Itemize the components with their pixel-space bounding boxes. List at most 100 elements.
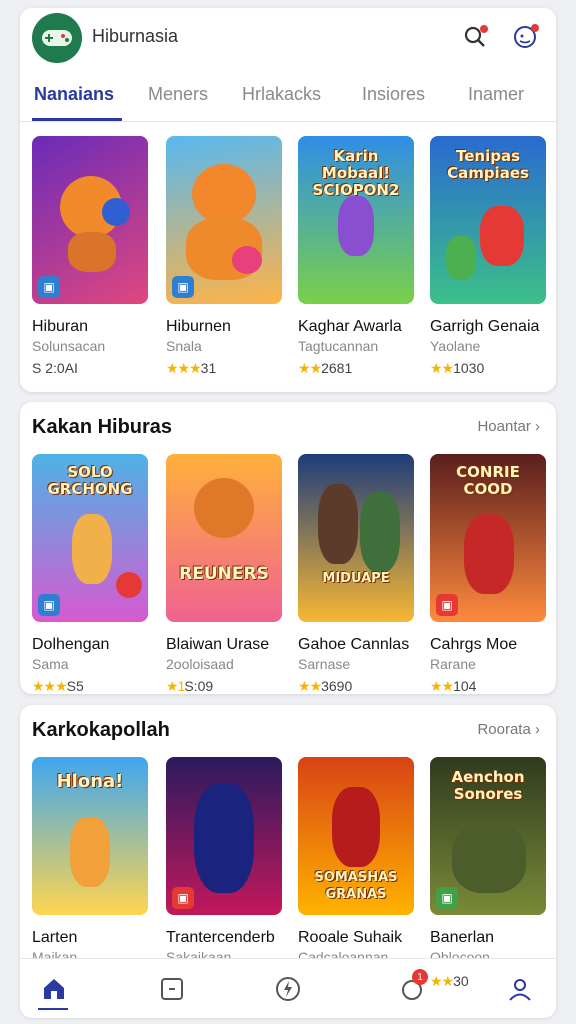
game-thumbnail[interactable]: Aenchon Sonores ▣ bbox=[430, 757, 546, 915]
lightning-icon bbox=[276, 977, 300, 1001]
game-subtitle: Tagtucannan bbox=[298, 338, 379, 354]
game-thumbnail[interactable]: ▣ bbox=[166, 136, 282, 304]
game-card[interactable]: Aenchon Sonores ▣ Banerlan Oblocoon bbox=[430, 757, 546, 965]
game-title: Cahrgs Moe bbox=[430, 636, 518, 653]
game-card[interactable]: ▣ Trantercenderb Sakaikaan bbox=[166, 757, 282, 965]
game-subtitle: Rarane bbox=[430, 656, 476, 672]
game-badge-icon: ▣ bbox=[38, 594, 60, 616]
active-tab-indicator bbox=[32, 118, 122, 121]
category-tabs: Nanaians Meners Hrlakacks Insiores Iname… bbox=[20, 68, 556, 122]
game-rating: ★★104 bbox=[430, 678, 477, 694]
game-title: Trantercenderb bbox=[166, 929, 275, 946]
section-more-link[interactable]: Roorata › bbox=[477, 721, 540, 738]
game-badge-icon: ▣ bbox=[436, 887, 458, 909]
app-header: Hiburnasia bbox=[20, 8, 556, 68]
game-badge-icon: ▣ bbox=[436, 594, 458, 616]
game-title: Garrigh Genaia bbox=[430, 318, 540, 335]
game-rating: S 2:0AI bbox=[32, 360, 78, 376]
game-rating: ★★2681 bbox=[298, 360, 353, 376]
gamepad-icon bbox=[42, 30, 72, 46]
tab-hrlakacks[interactable]: Hrlakacks bbox=[242, 84, 321, 105]
game-thumbnail[interactable]: Tenipas Campiaes bbox=[430, 136, 546, 304]
section-heading: Karkokapollah bbox=[32, 719, 170, 741]
profile-notifications-button[interactable] bbox=[510, 22, 540, 52]
game-art-caption: MIDUAPE bbox=[322, 571, 390, 586]
game-title: Gahoe Cannlas bbox=[298, 636, 410, 653]
game-card[interactable]: ▣ Hiburnen Snala ★★★31 bbox=[166, 136, 282, 377]
nav-power[interactable] bbox=[270, 971, 306, 1007]
nav-library[interactable] bbox=[154, 971, 190, 1007]
game-card[interactable]: Karin Mobaal! SCIOPON2 Kaghar Awarla Tag… bbox=[298, 136, 414, 377]
game-subtitle: Snala bbox=[166, 338, 202, 354]
app-logo[interactable] bbox=[32, 13, 82, 63]
game-thumbnail[interactable]: Hlona! bbox=[32, 757, 148, 915]
game-card[interactable]: MIDUAPE Gahoe Cannlas Sarnase ★★3690 bbox=[298, 454, 414, 694]
chevron-right-icon: › bbox=[535, 721, 540, 738]
game-thumbnail[interactable]: ▣ bbox=[166, 757, 282, 915]
game-art-caption: CONRIE COOD bbox=[456, 463, 520, 498]
game-title: Hiburan bbox=[32, 318, 89, 335]
nav-active-indicator bbox=[38, 1008, 68, 1010]
game-thumbnail[interactable]: SOLO GRCHONG ▣ bbox=[32, 454, 148, 622]
section-more-link[interactable]: Hoantar › bbox=[477, 418, 540, 435]
game-card[interactable]: REUNERS Blaiwan Urase 2ooloisaad ★1S:09 bbox=[166, 454, 282, 694]
game-art-caption: REUNERS bbox=[179, 564, 269, 584]
search-notification-dot bbox=[480, 25, 488, 33]
game-card[interactable]: Tenipas Campiaes Garrigh Genaia Yaolane … bbox=[430, 136, 546, 377]
section-kakan-hiburas: Kakan Hiburas Hoantar › SOLO GRCHONG ▣ D… bbox=[20, 402, 556, 694]
tab-inamer[interactable]: Inamer bbox=[468, 84, 524, 105]
section-heading: Kakan Hiburas bbox=[32, 416, 173, 438]
game-art-caption: SOMASHAS GRANAS bbox=[314, 870, 398, 902]
game-subtitle: Yaolane bbox=[430, 338, 481, 354]
game-rating: ★★3690 bbox=[298, 678, 353, 694]
game-subtitle: Sama bbox=[32, 656, 69, 672]
tab-insiores[interactable]: Insiores bbox=[362, 84, 425, 105]
game-art-caption: Aenchon Sonores bbox=[451, 768, 525, 803]
game-rating: ★★★S5 bbox=[32, 678, 84, 694]
tab-nanaians[interactable]: Nanaians bbox=[34, 84, 114, 105]
nav-notifications[interactable]: 1 bbox=[394, 969, 430, 1007]
game-title: Larten bbox=[32, 929, 78, 946]
game-title: Banerlan bbox=[430, 929, 495, 946]
game-thumbnail[interactable]: ▣ bbox=[32, 136, 148, 304]
game-badge-icon: ▣ bbox=[172, 887, 194, 909]
notification-badge: 1 bbox=[412, 969, 428, 985]
game-art-caption: SOLO GRCHONG bbox=[47, 463, 133, 498]
home-icon bbox=[44, 979, 64, 999]
chevron-right-icon: › bbox=[535, 418, 540, 435]
app-title: Hiburnasia bbox=[92, 26, 179, 46]
game-title: Kaghar Awarla bbox=[298, 318, 402, 335]
game-subtitle: Sarnase bbox=[298, 656, 351, 672]
game-card[interactable]: Hlona! Larten Maikan bbox=[32, 757, 148, 965]
game-title: Dolhengan bbox=[32, 636, 110, 653]
game-card[interactable]: CONRIE COOD ▣ Cahrgs Moe Rarane ★★104 bbox=[430, 454, 546, 694]
game-title: Rooale Suhaik bbox=[298, 929, 403, 946]
tab-meners[interactable]: Meners bbox=[148, 84, 208, 105]
nav-profile[interactable] bbox=[502, 971, 538, 1007]
game-card[interactable]: SOMASHAS GRANAS Rooale Suhaik Cadcaloann… bbox=[298, 757, 414, 965]
top-card: Hiburnasia Nanaians Meners Hrlakacks Ins… bbox=[20, 8, 556, 392]
game-rating: ★★1030 bbox=[430, 360, 485, 376]
game-thumbnail[interactable]: REUNERS bbox=[166, 454, 282, 622]
profile-notification-dot bbox=[531, 24, 539, 32]
game-badge-icon: ▣ bbox=[38, 276, 60, 298]
square-icon bbox=[161, 978, 183, 1000]
game-thumbnail[interactable]: CONRIE COOD ▣ bbox=[430, 454, 546, 622]
game-thumbnail[interactable]: MIDUAPE bbox=[298, 454, 414, 622]
game-art-caption: Tenipas Campiaes bbox=[447, 147, 529, 182]
nav-rating: ★★30 bbox=[430, 973, 469, 989]
game-art-caption: Karin Mobaal! SCIOPON2 bbox=[312, 147, 400, 199]
bottom-navigation: 1 ★★30 bbox=[20, 958, 556, 1018]
user-icon bbox=[509, 979, 531, 1001]
game-thumbnail[interactable]: Karin Mobaal! SCIOPON2 bbox=[298, 136, 414, 304]
game-rating: ★★★31 bbox=[166, 360, 217, 376]
search-button[interactable] bbox=[460, 22, 490, 52]
game-subtitle: 2ooloisaad bbox=[166, 656, 234, 672]
game-subtitle: Solunsacan bbox=[32, 338, 106, 354]
game-thumbnail[interactable]: SOMASHAS GRANAS bbox=[298, 757, 414, 915]
game-art-caption: Hlona! bbox=[56, 771, 124, 792]
game-card[interactable]: ▣ Hiburan Solunsacan S 2:0AI bbox=[32, 136, 148, 376]
nav-home[interactable] bbox=[36, 971, 72, 1007]
game-card[interactable]: SOLO GRCHONG ▣ Dolhengan Sama ★★★S5 bbox=[32, 454, 148, 694]
game-title: Hiburnen bbox=[166, 318, 231, 335]
